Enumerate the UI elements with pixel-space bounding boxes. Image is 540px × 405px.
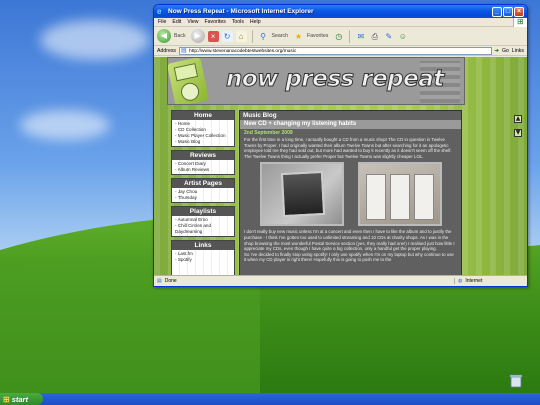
site-header-banner: now press repeat (167, 57, 465, 105)
close-button[interactable]: × (514, 6, 524, 17)
sidebar-heading: Home (172, 111, 234, 120)
links-button[interactable]: Links (512, 48, 524, 54)
toolbar-separator (349, 29, 351, 43)
sidebar-heading: Artist Pages (172, 179, 234, 188)
mail-icon[interactable]: ✉ (355, 31, 366, 42)
blog-main-panel: Music Blog New CD + changing my listenin… (239, 110, 462, 276)
cd-photo-front[interactable] (259, 162, 344, 227)
sidebar-link-album-reviews[interactable]: Album Reviews (175, 167, 231, 173)
post-photos (240, 162, 461, 227)
favorites-star-icon[interactable]: ★ (293, 31, 304, 42)
ipod-click-wheel (179, 81, 201, 103)
post-date: 2nd September 2009 (244, 130, 293, 136)
post-paragraph: I don't really buy new music unless I'm … (244, 229, 455, 252)
sidebar-section-artist-pages: Artist Pages Jay Chou Thursday (171, 178, 235, 203)
favorites-label[interactable]: Favorites (307, 33, 328, 39)
go-button[interactable]: Go (502, 48, 509, 54)
sidebar-section-home: Home Home CD Collection Music Player Col… (171, 110, 235, 147)
edit-icon[interactable]: ✎ (383, 31, 394, 42)
minimize-button[interactable]: _ (492, 6, 502, 17)
menu-edit[interactable]: Edit (172, 19, 181, 25)
sidebar-link-music-blog[interactable]: Music Blog (175, 139, 231, 145)
cloud-decoration (40, 20, 150, 60)
address-label: Address (157, 47, 177, 54)
page-done-icon: ▤ (157, 278, 162, 284)
ipod-image (168, 58, 210, 104)
title-bar[interactable]: e Now Press Repeat - Microsoft Internet … (154, 5, 527, 18)
address-bar: Address ▤ http://www.stevenanacodebtestw… (154, 46, 527, 56)
start-label: start (11, 394, 28, 404)
booklet-panel (389, 174, 410, 221)
sidebar-section-reviews: Reviews Concert Diary Album Reviews (171, 150, 235, 175)
cd-photo-booklet[interactable] (357, 162, 442, 227)
print-icon[interactable]: ⎙ (369, 31, 380, 42)
search-icon[interactable]: ⚲ (258, 31, 269, 42)
status-text: Done (164, 278, 177, 284)
internet-zone-icon: ◍ (458, 278, 463, 284)
maximize-button[interactable]: □ (503, 6, 513, 17)
back-label[interactable]: Back (174, 33, 186, 39)
taskbar: ⊞ start (0, 393, 540, 405)
booklet-panel (413, 174, 434, 221)
menu-file[interactable]: File (158, 19, 166, 25)
address-url: http://www.stevenanacodebtestwebsites.or… (189, 48, 297, 54)
menu-tools[interactable]: Tools (232, 19, 244, 25)
browser-window: e Now Press Repeat - Microsoft Internet … (153, 4, 528, 287)
blog-heading: Music Blog (243, 112, 277, 119)
post-title[interactable]: New CD + changing my listening habits (240, 120, 461, 129)
menu-help[interactable]: Help (250, 19, 261, 25)
windows-logo-icon (513, 17, 527, 27)
go-arrow-icon[interactable]: ➔ (495, 48, 499, 54)
recycle-bin-icon[interactable] (505, 374, 527, 388)
history-icon[interactable]: ◷ (333, 31, 344, 42)
post-paragraph: For the first time in a long time, I act… (244, 137, 452, 159)
refresh-icon[interactable]: ↻ (221, 30, 233, 42)
sidebar-heading: Reviews (172, 151, 234, 160)
sidebar-heading: Playlists (172, 207, 234, 216)
scroll-down-arrow-icon[interactable]: ▼ (514, 129, 522, 137)
address-input[interactable]: ▤ http://www.stevenanacodebtestwebsites.… (179, 46, 492, 55)
start-button[interactable]: ⊞ start (0, 393, 43, 405)
post-paragraph: So I've decided to finally stop using sp… (244, 251, 454, 263)
stop-icon[interactable]: × (207, 30, 219, 42)
sidebar-section-links: Links Last.fm Spotify (171, 240, 235, 276)
menu-view[interactable]: View (187, 19, 198, 25)
page-icon: ▤ (181, 47, 187, 54)
ipod-screen (173, 63, 199, 82)
site-logo-text: now press repeat (226, 66, 445, 93)
sidebar-section-playlists: Playlists Autumnal Emo Chill Circles and… (171, 206, 235, 237)
standard-toolbar: ◀ Back ▶ × ↻ ⌂ ⚲ Search ★ Favorites ◷ ✉ … (154, 27, 527, 46)
menu-favorites[interactable]: Favorites (204, 19, 225, 25)
sidebar-nav: Home Home CD Collection Music Player Col… (171, 110, 235, 276)
status-bar: ▤ Done ◍ Internet (154, 275, 527, 286)
window-title: Now Press Repeat - Microsoft Internet Ex… (168, 8, 314, 15)
sidebar-link-spotify[interactable]: Spotify (175, 257, 231, 263)
page-viewport[interactable]: now press repeat Home Home CD Collection… (154, 57, 527, 276)
messenger-icon[interactable]: ☺ (397, 31, 408, 42)
back-arrow-icon[interactable]: ◀ (157, 29, 171, 43)
cd-case-image (280, 171, 325, 218)
search-label[interactable]: Search (272, 33, 288, 39)
windows-flag-icon: ⊞ (3, 394, 10, 404)
sidebar-heading: Links (172, 241, 234, 250)
cloud-decoration (20, 110, 110, 140)
scroll-up-arrow-icon[interactable]: ▲ (514, 115, 522, 123)
toolbar-separator (251, 29, 253, 43)
sidebar-link-chill-circles[interactable]: Chill Circles and Daydreaming (175, 223, 231, 235)
zone-label: Internet (465, 278, 483, 284)
menu-bar: File Edit View Favorites Tools Help (154, 17, 527, 27)
ie-logo-icon: e (157, 6, 162, 16)
booklet-panel (365, 174, 386, 221)
home-icon[interactable]: ⌂ (235, 30, 247, 42)
forward-arrow-icon[interactable]: ▶ (190, 29, 205, 43)
sidebar-link-thursday[interactable]: Thursday (175, 195, 231, 201)
